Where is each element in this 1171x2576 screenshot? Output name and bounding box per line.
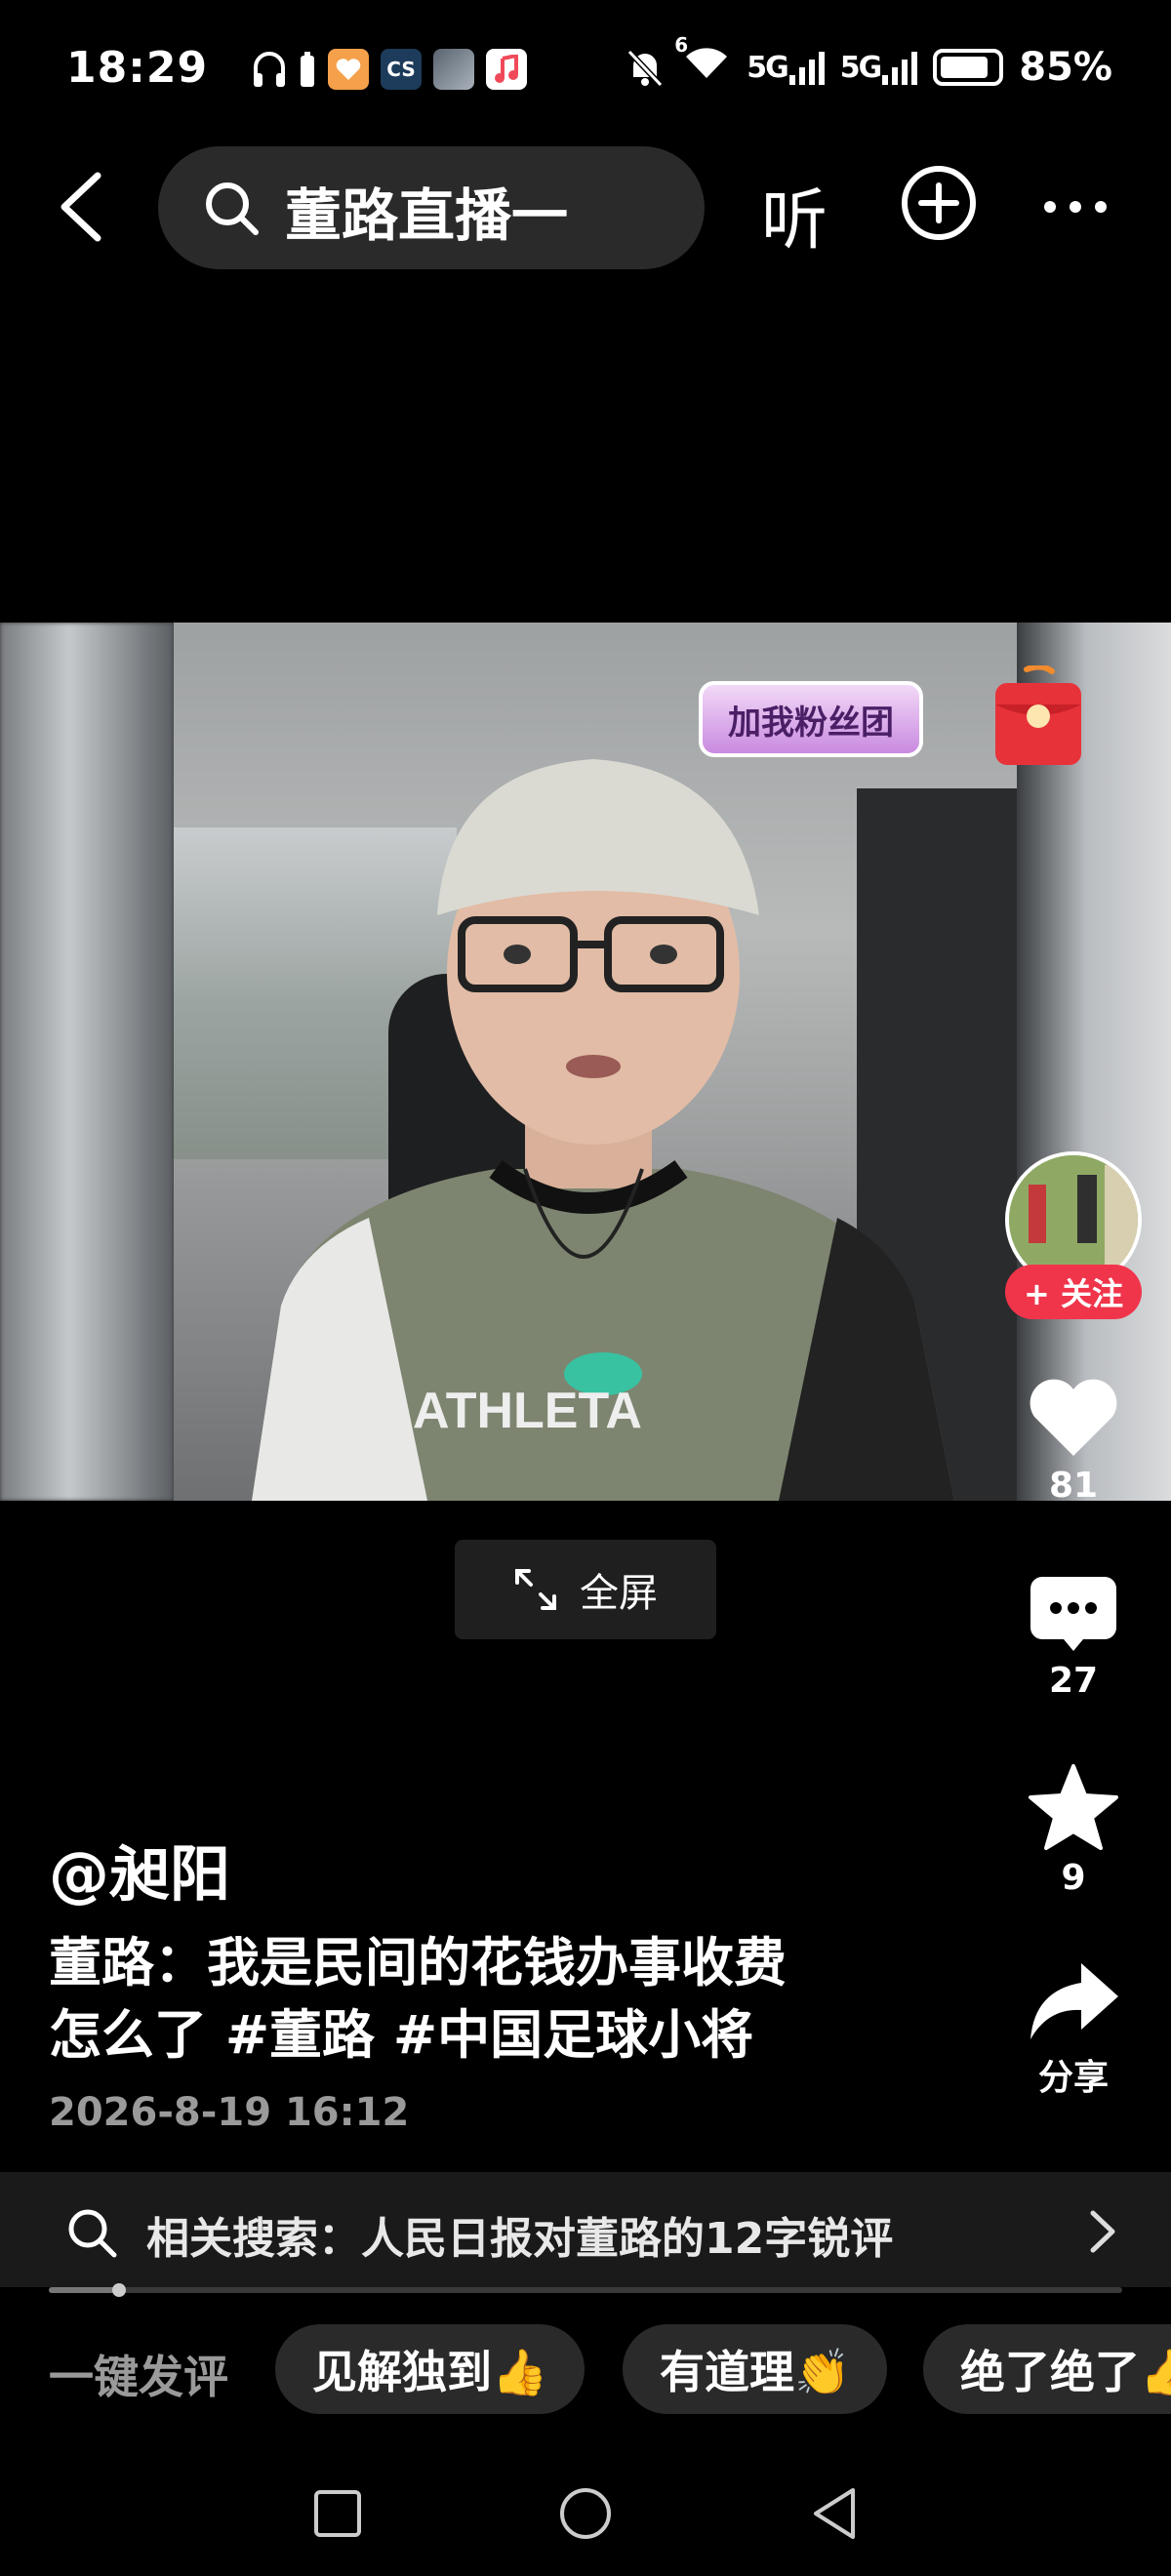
share-action[interactable]: 分享 [1005,1959,1142,2100]
battery-percent: 85% [1019,45,1112,90]
comment-count: 27 [1048,1661,1099,1701]
like-action[interactable]: 81 [1005,1376,1142,1506]
status-app-icons: CS [252,49,527,90]
favorite-count: 9 [1061,1858,1086,1898]
top-nav: 董路直播一 听 [0,146,1171,269]
wifi-icon [686,48,728,78]
system-nav-bar [0,2449,1171,2576]
progress-handle[interactable] [111,2283,126,2297]
chevron-right-icon [1090,2210,1115,2253]
red-packet-button[interactable] [991,664,1085,769]
fullscreen-label: 全屏 [580,1571,658,1616]
signal-1: 5G [747,50,825,85]
quick-comment-chip[interactable]: 见解独到👍 [275,2324,586,2414]
phone-battery-icon [301,52,314,87]
chevron-left-icon [61,172,101,242]
like-count: 81 [1048,1466,1099,1506]
heart-icon [1030,1379,1117,1456]
wifi-badge: 6 [674,33,689,57]
video-frame: ATHLETA 加我粉丝团 [174,623,1017,1501]
signal-1-label: 5G [747,51,788,85]
listen-button[interactable]: 听 [761,166,828,262]
battery-fill [941,57,988,78]
post-date: 2026-8-19 16:12 [49,2090,410,2135]
game-app-icon [433,49,474,90]
cs-app-icon: CS [381,49,422,90]
author-name[interactable]: @昶阳 [49,1825,230,1912]
search-icon [206,182,259,235]
signal-bars-icon [788,52,825,85]
status-right: 6 5G 5G 85% [624,33,1112,92]
plus-circle-icon [902,166,976,240]
cs-app-label: CS [386,58,416,81]
signal-2-label: 5G [839,51,882,85]
add-button[interactable] [900,164,978,242]
comment-icon [1030,1577,1116,1651]
music-app-icon [486,49,527,90]
home-button[interactable] [556,2484,615,2543]
signal-bars-icon [882,52,918,85]
recent-apps-button[interactable] [310,2486,365,2541]
quick-comment-label: 一键发评 [49,2351,228,2403]
star-icon [1029,1764,1118,1850]
desc-text: 怎么了 [49,2004,225,2066]
hashtag-china-football[interactable]: #中国足球小将 [393,2004,753,2066]
share-arrow-icon [1030,1963,1118,2039]
quick-comment-row: 一键发评 见解独到👍 有道理👏 绝了绝了👍 [0,2324,1171,2414]
share-label: 分享 [1037,2058,1109,2098]
signal-2: 5G [840,50,918,85]
hashtag-donglu[interactable]: #董路 [225,2004,375,2066]
red-packet-icon [995,664,1081,765]
wifi-indicator: 6 [674,33,731,92]
comment-action[interactable]: 27 [1005,1573,1142,1701]
fan-club-badge[interactable]: 加我粉丝团 [699,681,923,757]
battery-icon [933,49,1004,86]
search-icon [68,2209,117,2258]
fullscreen-button[interactable]: 全屏 [455,1540,716,1639]
post-description: 董路：我是民间的花钱办事收费 怎么了 #董路 #中国足球小将 [49,1927,947,2072]
favorite-action[interactable]: 9 [1005,1762,1142,1898]
back-nav-button[interactable] [806,2484,861,2543]
expand-icon [515,1569,556,1610]
headphones-icon [254,52,285,87]
follow-button[interactable]: + 关注 [1005,1265,1142,1319]
related-search-text: 相关搜索：人民日报对董路的12字锐评 [146,2214,894,2264]
progress-fill [49,2287,119,2293]
quick-comment-chip[interactable]: 绝了绝了👍 [923,2324,1171,2414]
more-dots-icon [1044,201,1107,213]
desc-line-2: 怎么了 #董路 #中国足球小将 [49,1999,947,2072]
desc-line-1: 董路：我是民间的花钱办事收费 [49,1932,787,1993]
status-bar: 18:29 CS 6 5G 5G 85% [0,0,1171,146]
status-time: 18:29 [66,43,209,93]
heart-app-icon [328,49,369,90]
more-button[interactable] [1040,172,1110,242]
back-button[interactable] [49,168,117,246]
quick-comment-chip[interactable]: 有道理👏 [623,2324,888,2414]
shirt-text: ATHLETA [413,1383,642,1439]
search-box[interactable]: 董路直播一 [158,146,705,269]
video-blur-left [0,623,174,1501]
related-search-bar[interactable]: 相关搜索：人民日报对董路的12字锐评 [0,2172,1171,2287]
search-query: 董路直播一 [285,182,569,249]
silent-bell-icon [627,49,664,88]
video-progress-bar[interactable] [49,2283,1122,2297]
